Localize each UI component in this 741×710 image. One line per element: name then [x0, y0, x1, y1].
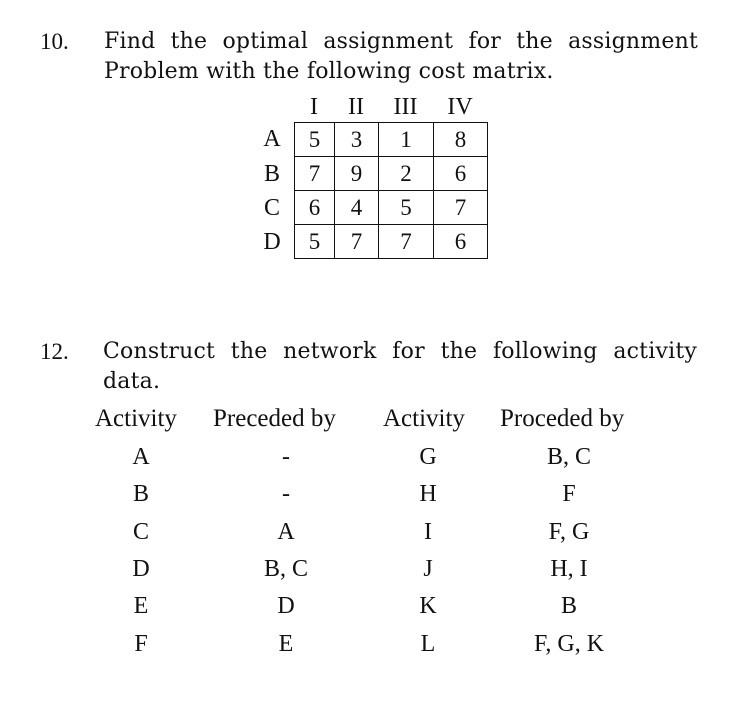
activity-cell: I — [424, 518, 432, 545]
activity-cell: D — [132, 555, 150, 582]
column-header: IV — [447, 94, 473, 120]
matrix-cell: 8 — [433, 122, 488, 157]
activity-cell: F, G, K — [533, 630, 605, 657]
question-text: Find the optimal assignment for the assi… — [104, 27, 698, 87]
question-number: 12. — [40, 339, 69, 364]
matrix-cell: 6 — [433, 224, 488, 259]
column-header: Preceded by — [213, 405, 336, 432]
row-header: D — [263, 229, 281, 255]
matrix-row: 6 4 5 7 — [294, 190, 488, 225]
row-header: C — [263, 195, 280, 221]
column-header: II — [348, 94, 364, 120]
activity-cell: L — [420, 630, 436, 657]
matrix-cell: 9 — [334, 156, 379, 191]
matrix-row: 5 7 7 6 — [294, 224, 488, 259]
activity-cell: K — [419, 593, 437, 620]
activity-cell: J — [423, 555, 433, 582]
activity-cell: B, C — [263, 555, 309, 582]
activity-cell: H, I — [550, 555, 588, 582]
column-header: III — [393, 94, 418, 120]
activity-cell: A — [132, 444, 150, 470]
activity-cell: A — [277, 518, 295, 545]
question-number: 10. — [40, 29, 69, 54]
matrix-cell: 7 — [334, 224, 379, 259]
matrix-cell: 7 — [294, 156, 335, 191]
activity-cell: - — [282, 481, 290, 508]
row-header: B — [263, 161, 280, 187]
activity-cell: B, C — [546, 444, 592, 470]
question-text: Construct the network for the following … — [103, 337, 697, 397]
question-text-line: Construct the network for the following … — [103, 339, 697, 364]
question-text-line: Find the optimal assignment for the assi… — [104, 29, 698, 54]
activity-cell: D — [277, 593, 295, 620]
activity-cell: B — [132, 481, 150, 508]
matrix-cell: 5 — [378, 190, 434, 225]
matrix-cell: 5 — [294, 224, 335, 259]
matrix-row: 7 9 2 6 — [294, 156, 488, 191]
activity-cell: - — [282, 444, 290, 470]
activity-cell: F, G — [548, 518, 590, 545]
activity-cell: H — [419, 481, 437, 508]
activity-cell: F — [562, 481, 576, 508]
matrix-cell: 2 — [378, 156, 434, 191]
matrix-cell: 6 — [433, 156, 488, 191]
activity-cell: E — [133, 593, 149, 620]
activity-cell: B — [560, 593, 578, 620]
matrix-row: 5 3 1 8 — [294, 122, 488, 157]
column-header: Activity — [383, 405, 465, 432]
column-header: Proceded by — [500, 405, 625, 432]
activity-cell: G — [419, 444, 437, 470]
row-header: A — [263, 126, 281, 152]
cost-matrix: 5 3 1 8 7 9 2 6 6 4 5 7 5 7 7 6 — [294, 122, 488, 259]
column-header: I — [310, 94, 318, 120]
matrix-cell: 1 — [378, 122, 434, 157]
matrix-cell: 6 — [294, 190, 335, 225]
column-header: Activity — [95, 405, 177, 432]
question-text-line: data. — [103, 369, 161, 394]
activity-cell: F — [134, 630, 148, 657]
matrix-cell: 7 — [378, 224, 434, 259]
matrix-cell: 4 — [334, 190, 379, 225]
question-text-line: Problem with the following cost matrix. — [104, 59, 554, 84]
matrix-cell: 7 — [433, 190, 488, 225]
matrix-cell: 5 — [294, 122, 335, 157]
matrix-cell: 3 — [334, 122, 379, 157]
activity-cell: E — [278, 630, 294, 657]
activity-cell: C — [132, 518, 150, 545]
